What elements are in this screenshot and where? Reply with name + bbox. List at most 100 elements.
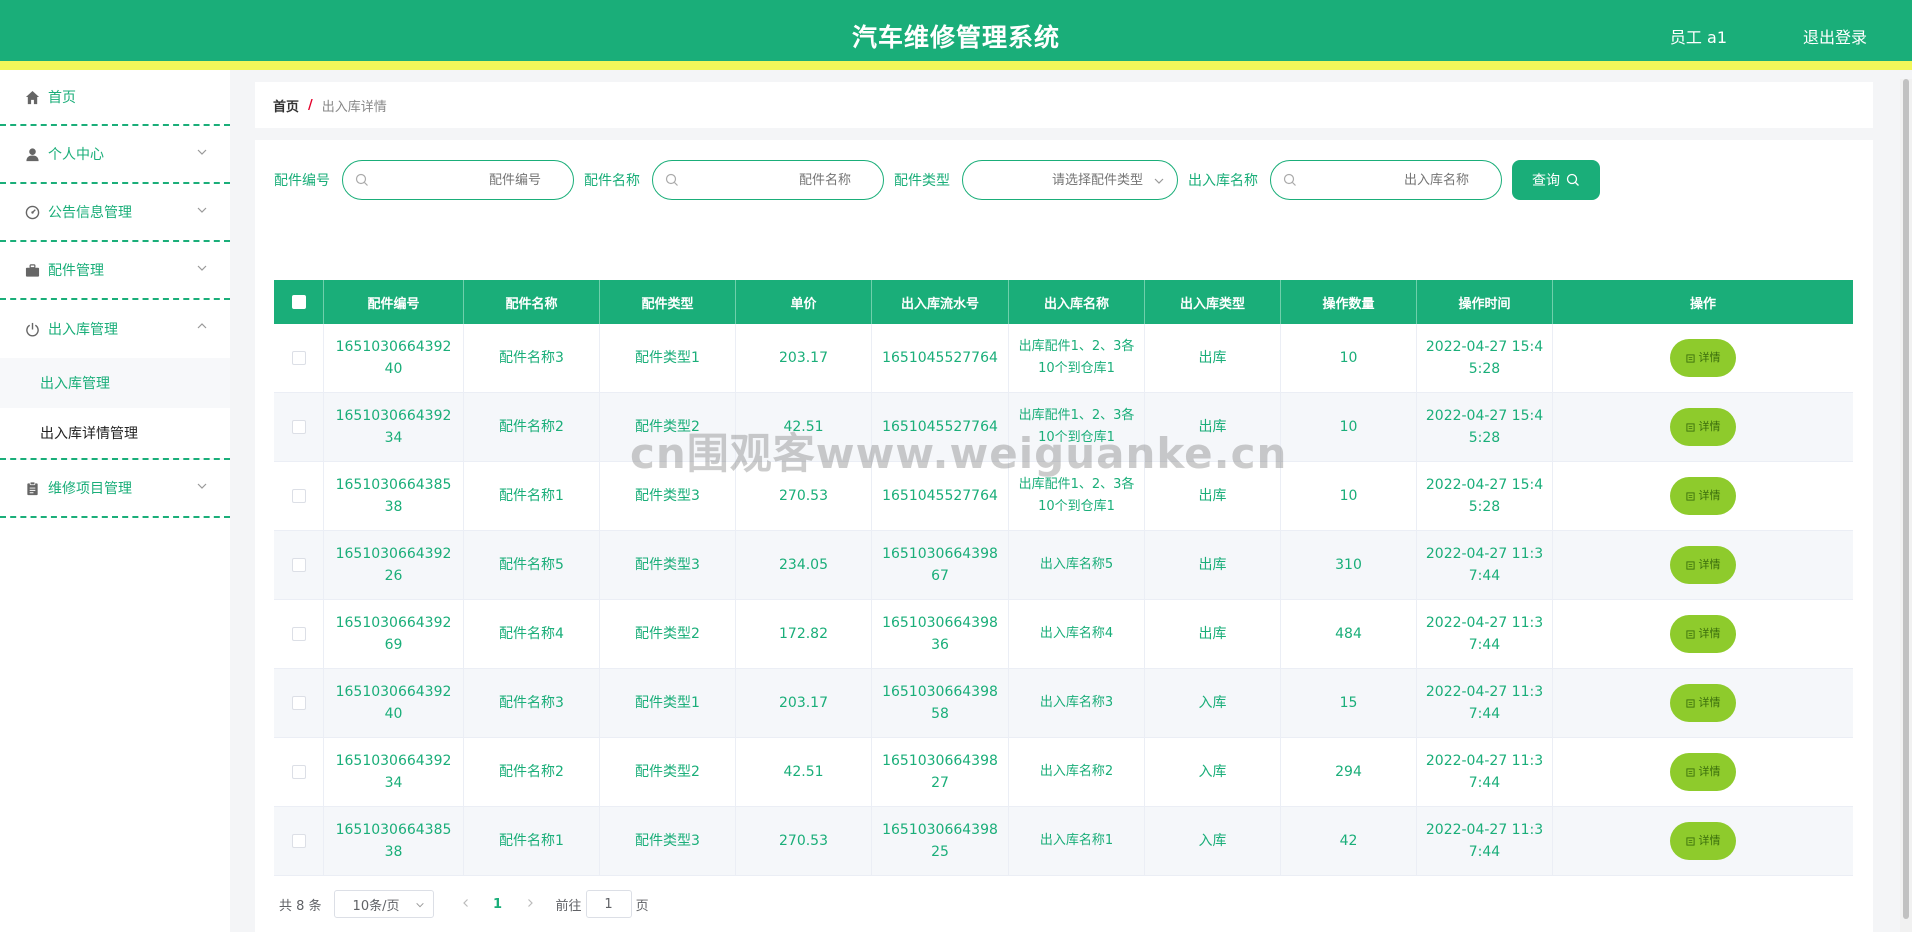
select-all-checkbox[interactable] [291, 295, 306, 309]
row-select-cell [274, 393, 324, 461]
row-checkbox[interactable] [291, 696, 306, 710]
sidebar-item-personal-center[interactable]: 个人中心 [0, 126, 230, 184]
io-name-cell: 出入库名称2 [1009, 738, 1145, 806]
page-scrollbar[interactable] [1900, 79, 1912, 932]
io-name-cell: 出入库名称4 [1009, 600, 1145, 668]
io-name-input[interactable] [1301, 169, 1471, 191]
quantity-cell: 310 [1281, 531, 1417, 599]
detail-button-label: 详情 [1698, 834, 1721, 847]
sidebar-item-stock-io[interactable]: 出入库管理 [0, 300, 230, 358]
part-type-cell: 配件类型3 [600, 462, 736, 530]
operation-time-cell: 2022-04-27 11:37:44 [1417, 669, 1553, 737]
column-header: 配件名称 [464, 280, 600, 324]
io-serial-cell: 1651045527764 [872, 324, 1009, 392]
goto-page: 前往 页 [556, 890, 649, 918]
prev-page-button[interactable] [454, 897, 478, 912]
detail-button[interactable]: 详情 [1670, 684, 1736, 722]
document-icon [1685, 560, 1695, 570]
part-code-label: 配件编号 [274, 173, 330, 189]
row-checkbox[interactable] [291, 834, 306, 848]
query-button-label: 查询 [1532, 173, 1560, 189]
table-row: 165103066439226 配件名称5 配件类型3 234.05 165103066… [274, 531, 1853, 600]
stock-io-submenu: 出入库管理 出入库详情管理 [0, 358, 230, 460]
operation-time-cell: 2022-04-27 11:37:44 [1417, 531, 1553, 599]
part-name-input[interactable] [683, 169, 853, 191]
part-type-select[interactable] [962, 160, 1178, 200]
page-number[interactable]: 1 [478, 897, 518, 912]
unit-price-cell: 234.05 [736, 531, 872, 599]
row-checkbox[interactable] [291, 558, 306, 572]
dashboard-icon [24, 204, 40, 220]
detail-button[interactable]: 详情 [1670, 546, 1736, 584]
submenu-item-stock-io-detail[interactable]: 出入库详情管理 [0, 408, 230, 458]
detail-button[interactable]: 详情 [1670, 477, 1736, 515]
submenu-item-stock-io[interactable]: 出入库管理 [0, 358, 230, 408]
part-code-input[interactable] [373, 169, 543, 191]
column-header: 操作时间 [1417, 280, 1553, 324]
part-name-cell: 配件名称1 [464, 462, 600, 530]
scrollbar-thumb[interactable] [1903, 79, 1909, 919]
io-type-cell: 出库 [1145, 531, 1281, 599]
action-cell: 详情 [1553, 393, 1853, 461]
quantity-cell: 15 [1281, 669, 1417, 737]
column-header: 操作数量 [1281, 280, 1417, 324]
part-type-cell: 配件类型2 [600, 600, 736, 668]
part-type-cell: 配件类型1 [600, 324, 736, 392]
goto-page-input[interactable] [585, 890, 632, 918]
table-body: 165103066439240 配件名称3 配件类型1 203.17 165104552… [274, 324, 1853, 876]
breadcrumb-current: 出入库详情 [321, 99, 387, 115]
part-type-label: 配件类型 [894, 173, 950, 189]
operation-time-cell: 2022-04-27 15:45:28 [1417, 462, 1553, 530]
query-button[interactable]: 查询 [1512, 160, 1600, 200]
page-size-select[interactable]: 10条/页 [333, 890, 434, 918]
detail-button[interactable]: 详情 [1670, 339, 1736, 377]
io-serial-cell: 165103066439867 [872, 531, 1009, 599]
app-title: 汽车维修管理系统 [851, 23, 1060, 52]
action-cell: 详情 [1553, 462, 1853, 530]
io-serial-cell: 165103066439825 [872, 807, 1009, 875]
next-page-button[interactable] [518, 897, 542, 912]
row-checkbox[interactable] [291, 627, 306, 641]
detail-button-label: 详情 [1698, 696, 1721, 709]
row-select-cell [274, 600, 324, 668]
io-type-cell: 入库 [1145, 738, 1281, 806]
detail-button[interactable]: 详情 [1670, 753, 1736, 791]
io-serial-cell: 165103066439836 [872, 600, 1009, 668]
table-row: 165103066439234 配件名称2 配件类型2 42.51 1651045527… [274, 393, 1853, 462]
breadcrumb-home[interactable]: 首页 [273, 96, 299, 115]
io-name-cell: 出库配件1、2、3各10个到仓库1 [1009, 393, 1145, 461]
detail-button[interactable]: 详情 [1670, 822, 1736, 860]
action-cell: 详情 [1553, 669, 1853, 737]
detail-button[interactable]: 详情 [1670, 615, 1736, 653]
row-checkbox[interactable] [291, 351, 306, 365]
row-checkbox[interactable] [291, 489, 306, 503]
sidebar-item-parts-management[interactable]: 配件管理 [0, 242, 230, 300]
briefcase-icon [24, 262, 40, 278]
row-checkbox[interactable] [291, 420, 306, 434]
part-code-cell: 165103066439240 [324, 324, 464, 392]
part-name-cell: 配件名称2 [464, 393, 600, 461]
part-code-cell: 165103066439234 [324, 393, 464, 461]
document-icon [1685, 836, 1695, 846]
io-serial-cell: 165103066439858 [872, 669, 1009, 737]
io-serial-cell: 1651045527764 [872, 393, 1009, 461]
unit-price-cell: 203.17 [736, 669, 872, 737]
io-name-cell: 出库配件1、2、3各10个到仓库1 [1009, 462, 1145, 530]
column-header: 配件编号 [324, 280, 464, 324]
unit-price-cell: 42.51 [736, 393, 872, 461]
part-type-input[interactable] [979, 169, 1145, 191]
io-name-cell: 出入库名称5 [1009, 531, 1145, 599]
column-header: 操作 [1689, 296, 1716, 312]
sidebar-item-notice-management[interactable]: 公告信息管理 [0, 184, 230, 242]
sidebar-item-repair-projects[interactable]: 维修项目管理 [0, 460, 230, 518]
part-name-cell: 配件名称4 [464, 600, 600, 668]
row-checkbox[interactable] [291, 765, 306, 779]
document-icon [1685, 629, 1695, 639]
column-header: 出入库流水号 [872, 280, 1009, 324]
logout-link[interactable]: 退出登录 [1803, 24, 1867, 48]
sidebar-item-home[interactable]: 首页 [0, 70, 230, 126]
goto-suffix: 页 [635, 898, 649, 914]
detail-button[interactable]: 详情 [1670, 408, 1736, 446]
chevron-down-icon [197, 483, 207, 489]
table-row: 165103066439234 配件名称2 配件类型2 42.51 1651030664… [274, 738, 1853, 807]
